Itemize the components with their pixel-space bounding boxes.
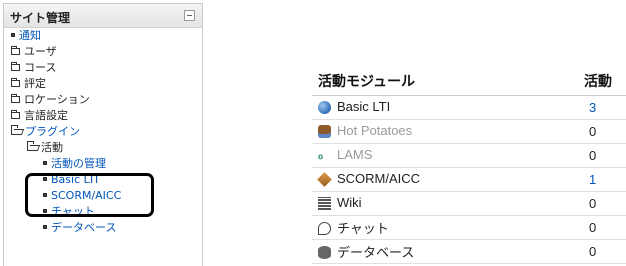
module-name: Hot Potatoes bbox=[337, 123, 413, 139]
tree-item-label[interactable]: 活動 bbox=[41, 141, 63, 154]
tree-item-database[interactable]: データベース bbox=[4, 220, 202, 236]
activity-count: 0 bbox=[589, 123, 597, 139]
tree-item-label[interactable]: 通知 bbox=[19, 29, 41, 42]
activity-count: 0 bbox=[589, 219, 597, 235]
activity-count: 0 bbox=[589, 147, 597, 163]
column-header-module[interactable]: 活動モジュール bbox=[312, 68, 574, 96]
folder-open-icon bbox=[11, 124, 22, 135]
tree-item-language[interactable]: 言語設定 bbox=[4, 108, 202, 124]
table-row: Wiki 0 bbox=[312, 191, 626, 216]
tree-item-label[interactable]: 評定 bbox=[24, 77, 46, 90]
activity-modules-table: 活動モジュール 活動 Basic LTI 3 Hot Potatoes 0 LA… bbox=[312, 68, 626, 264]
tree-item-notifications[interactable]: 通知 bbox=[4, 28, 202, 44]
activity-count-link[interactable]: 3 bbox=[589, 100, 596, 115]
module-name: SCORM/AICC bbox=[337, 171, 421, 187]
bullet-icon bbox=[11, 33, 15, 37]
table-row: データベース 0 bbox=[312, 239, 626, 264]
scorm-package-icon bbox=[317, 171, 332, 187]
module-name: データベース bbox=[337, 244, 415, 260]
table-row: チャット 0 bbox=[312, 215, 626, 240]
site-administration-block: サイト管理 通知 ユーザ コース 評定 ロケーション 言語設定 プラグイン 活動… bbox=[3, 3, 203, 266]
bullet-icon bbox=[43, 225, 47, 229]
tree-item-users[interactable]: ユーザ bbox=[4, 44, 202, 60]
activity-count: 0 bbox=[589, 243, 597, 259]
block-title: サイト管理 bbox=[10, 11, 71, 25]
folder-open-icon bbox=[27, 140, 38, 151]
activity-count: 0 bbox=[589, 195, 597, 211]
tree-item-activities[interactable]: 活動 bbox=[4, 140, 202, 156]
database-icon bbox=[318, 245, 331, 259]
tree-item-plugins[interactable]: プラグイン bbox=[4, 124, 202, 140]
tree-item-grades[interactable]: 評定 bbox=[4, 76, 202, 92]
tree-item-label[interactable]: プラグイン bbox=[25, 125, 80, 138]
module-name: LAMS bbox=[337, 147, 373, 163]
tree-item-location[interactable]: ロケーション bbox=[4, 92, 202, 108]
tree-item-label[interactable]: データベース bbox=[51, 221, 116, 234]
folder-icon bbox=[11, 93, 20, 103]
wiki-icon bbox=[318, 196, 331, 210]
block-header: サイト管理 bbox=[4, 4, 202, 28]
folder-icon bbox=[11, 61, 20, 71]
folder-icon bbox=[11, 77, 20, 87]
tree-item-label[interactable]: ロケーション bbox=[24, 93, 90, 106]
lams-icon bbox=[318, 149, 331, 162]
tree-item-label[interactable]: 言語設定 bbox=[24, 109, 68, 122]
module-name: Wiki bbox=[337, 195, 362, 211]
folder-icon bbox=[11, 109, 20, 119]
module-name: Basic LTI bbox=[337, 99, 391, 115]
globe-icon bbox=[318, 100, 331, 114]
table-header-row: 活動モジュール 活動 bbox=[312, 68, 626, 96]
annotation-highlight-box bbox=[25, 173, 154, 217]
activity-count-link[interactable]: 1 bbox=[589, 172, 596, 187]
column-header-activities[interactable]: 活動 bbox=[574, 68, 626, 96]
table-row: Basic LTI 3 bbox=[312, 95, 626, 120]
table-row: Hot Potatoes 0 bbox=[312, 119, 626, 144]
chat-icon bbox=[318, 221, 331, 235]
tree-item-label[interactable]: 活動の管理 bbox=[51, 157, 106, 170]
tree-item-manage-activities[interactable]: 活動の管理 bbox=[4, 156, 202, 172]
tree-item-label[interactable]: コース bbox=[24, 61, 56, 74]
hot-potatoes-icon bbox=[318, 124, 331, 138]
module-name: チャット bbox=[337, 220, 389, 236]
folder-icon bbox=[11, 45, 20, 55]
tree-item-courses[interactable]: コース bbox=[4, 60, 202, 76]
table-row: SCORM/AICC 1 bbox=[312, 167, 626, 192]
bullet-icon bbox=[43, 161, 47, 165]
tree-item-label[interactable]: ユーザ bbox=[24, 45, 57, 58]
table-row: LAMS 0 bbox=[312, 143, 626, 168]
collapse-block-icon[interactable] bbox=[184, 10, 195, 21]
